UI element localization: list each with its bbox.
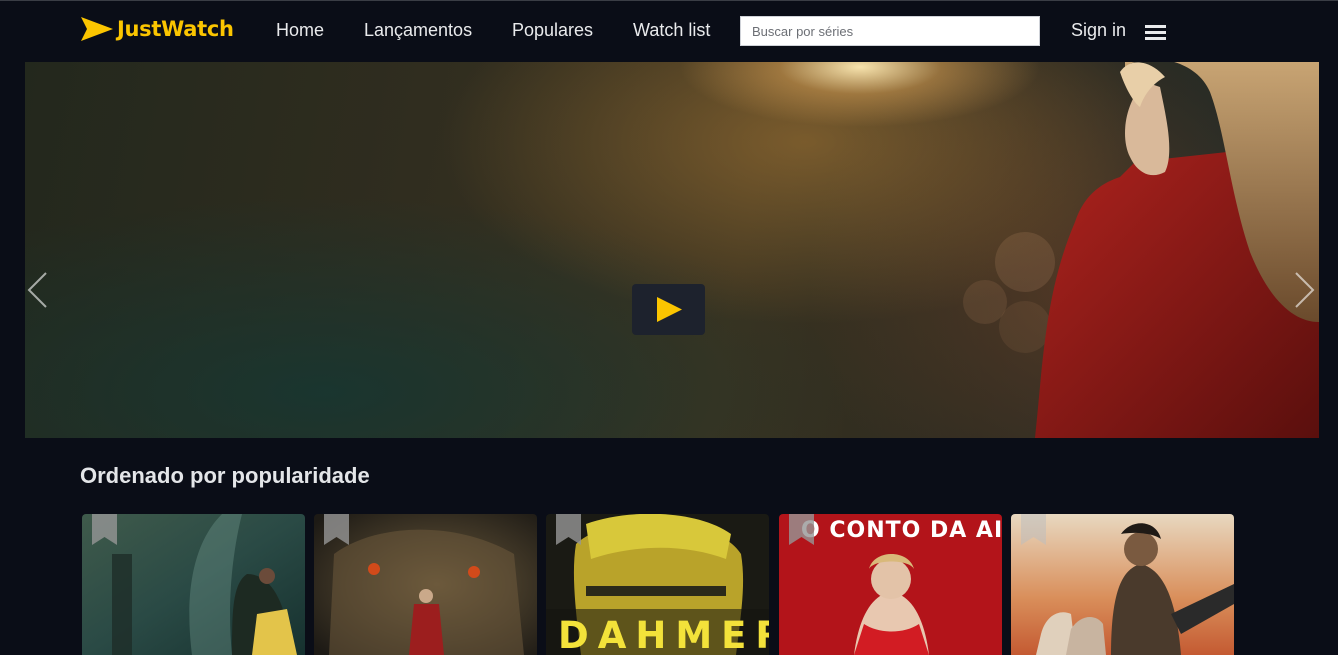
bookmark-icon[interactable] <box>324 514 349 545</box>
nav-link-watchlist[interactable]: Watch list <box>633 20 710 41</box>
section-title: Ordenado por popularidade <box>80 463 370 488</box>
chevron-right-icon <box>1295 272 1315 308</box>
carousel-prev-button[interactable] <box>25 270 49 310</box>
title-card[interactable]: O CONTO DA AIA <box>779 514 1002 655</box>
logo-play-icon <box>81 17 113 41</box>
poster-title: DAHMER <box>558 614 769 655</box>
poster-title: O CONTO DA AIA <box>801 518 1002 543</box>
play-button[interactable] <box>632 284 705 335</box>
search-input[interactable] <box>740 16 1040 46</box>
top-navbar: JustWatch Home Lançamentos Populares Wat… <box>0 1 1338 61</box>
bookmark-icon[interactable] <box>789 514 814 545</box>
title-card[interactable]: DAHMER <box>546 514 769 655</box>
carousel-next-button[interactable] <box>1293 270 1317 310</box>
bookmark-icon[interactable] <box>1021 514 1046 545</box>
bookmark-icon[interactable] <box>556 514 581 545</box>
title-card[interactable] <box>82 514 305 655</box>
title-card[interactable] <box>1011 514 1234 655</box>
nav-link-lancamentos[interactable]: Lançamentos <box>364 20 472 41</box>
nav-link-populares[interactable]: Populares <box>512 20 593 41</box>
bookmark-icon[interactable] <box>92 514 117 545</box>
hero-artwork <box>963 62 1319 438</box>
chevron-left-icon <box>27 272 47 308</box>
hamburger-icon[interactable] <box>1145 25 1166 40</box>
hero-banner[interactable] <box>25 62 1319 438</box>
play-icon <box>657 297 682 322</box>
brand-name: JustWatch <box>117 17 234 41</box>
signin-link[interactable]: Sign in <box>1071 20 1126 41</box>
title-card[interactable] <box>314 514 537 655</box>
brand-logo[interactable]: JustWatch <box>80 14 234 44</box>
nav-link-home[interactable]: Home <box>276 20 324 41</box>
